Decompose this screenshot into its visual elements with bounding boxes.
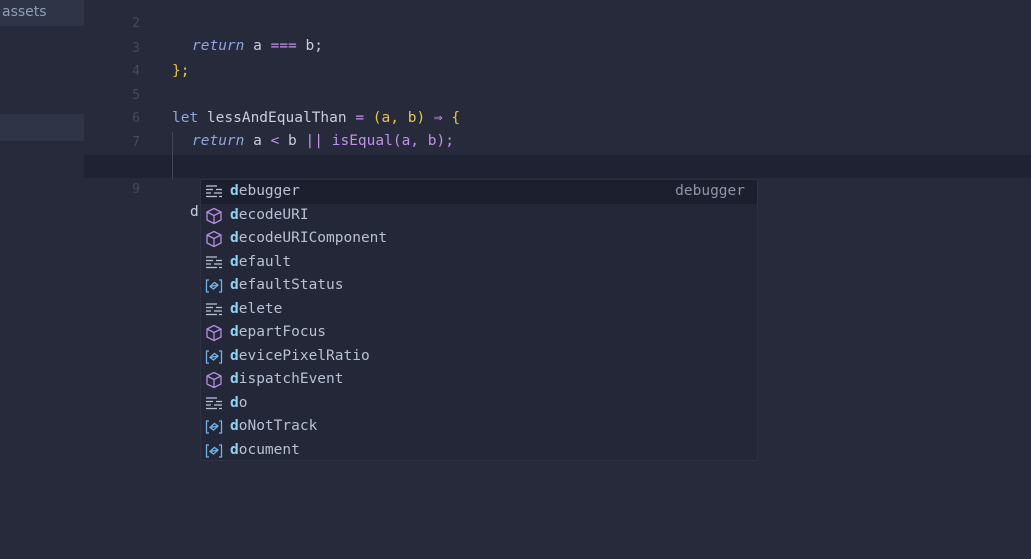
suggestion-detail: debugger xyxy=(675,183,745,199)
suggestion-item[interactable]: doNotTrack xyxy=(201,415,757,439)
suggestion-label: decodeURI xyxy=(230,206,309,223)
typed-text: d xyxy=(190,204,199,220)
variable-icon xyxy=(205,348,223,366)
sidebar-item-assets[interactable]: assets xyxy=(0,0,84,26)
code-line: 2 return a === b; xyxy=(84,0,1031,54)
suggestion-item[interactable]: dispatchEvent xyxy=(201,368,757,392)
suggestion-label: departFocus xyxy=(230,324,327,340)
line-number: 9 xyxy=(132,182,140,197)
suggestion-label: debugger xyxy=(230,183,300,199)
keyword-icon xyxy=(205,301,223,319)
suggestion-label: decodeURIComponent xyxy=(230,230,388,246)
cube-icon xyxy=(205,324,223,342)
suggestion-label: defaultStatus xyxy=(230,277,344,293)
code-line-current[interactable]: 9 d xyxy=(84,155,1031,220)
suggestion-item[interactable]: decodeURI xyxy=(201,204,757,228)
suggestion-item[interactable]: debugger debugger xyxy=(201,180,757,204)
suggestion-item[interactable]: defaultStatus xyxy=(201,274,757,298)
suggestion-item[interactable]: default xyxy=(201,251,757,275)
suggestion-label: doNotTrack xyxy=(230,418,318,434)
suggestion-label: delete xyxy=(230,300,283,317)
suggestion-label: dispatchEvent xyxy=(230,371,344,387)
file-explorer-sidebar: assets xyxy=(0,0,84,559)
sidebar-item-selected[interactable] xyxy=(0,114,84,141)
suggestion-label: default xyxy=(230,253,292,270)
code-line: 4 xyxy=(84,37,1031,79)
variable-icon xyxy=(205,277,223,295)
sidebar-item-label: assets xyxy=(2,4,47,20)
keyword-icon xyxy=(205,254,223,272)
indent-guide xyxy=(172,132,173,179)
suggestion-item[interactable]: devicePixelRatio xyxy=(201,345,757,369)
keyword-icon xyxy=(205,395,223,413)
code-line: 8 xyxy=(84,131,1031,173)
keyword-icon xyxy=(205,183,223,201)
cube-icon xyxy=(205,230,223,248)
suggestion-label: do xyxy=(230,394,248,411)
cube-icon xyxy=(205,371,223,389)
autocomplete-suggestion-list[interactable]: debugger debugger decodeURI decodeURICompon… xyxy=(200,179,758,461)
suggestion-item[interactable]: decodeURIComponent xyxy=(201,227,757,251)
variable-icon xyxy=(205,442,223,460)
cube-icon xyxy=(205,207,223,225)
suggestion-label: devicePixelRatio xyxy=(230,347,370,364)
code-line: 5 let lessAndEqualThan = (a, b) ⇒ { xyxy=(84,61,1031,126)
code-line: 6 return a < b || isEqual(a, b); xyxy=(84,84,1031,149)
code-line: 7 }; xyxy=(84,108,1031,173)
suggestion-label: document xyxy=(230,441,300,458)
suggestion-item[interactable]: document xyxy=(201,439,757,463)
variable-icon xyxy=(205,418,223,436)
suggestion-item[interactable]: delete xyxy=(201,298,757,322)
suggestion-item[interactable]: do xyxy=(201,392,757,416)
code-line: 3 }; xyxy=(84,14,1031,79)
suggestion-item[interactable]: departFocus xyxy=(201,321,757,345)
